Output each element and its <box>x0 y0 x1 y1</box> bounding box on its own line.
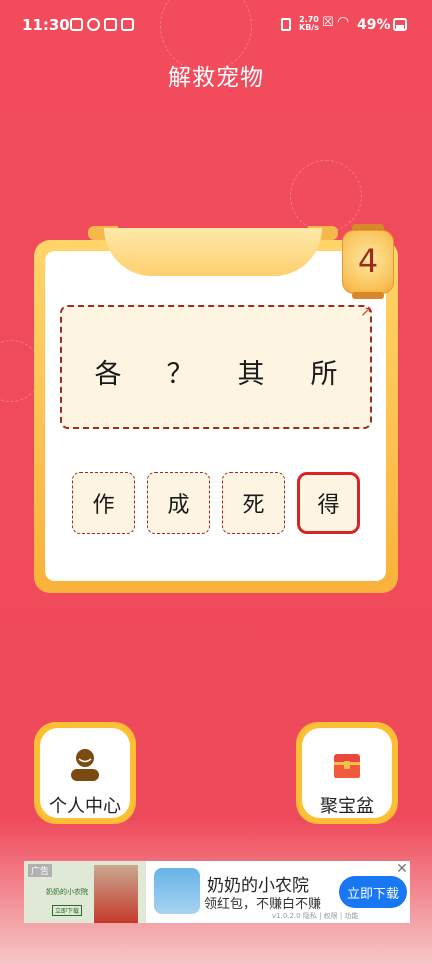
sim-off-icon: ☒ <box>322 15 334 30</box>
idiom-char-4: 所 <box>310 359 338 390</box>
card-ribbon <box>104 228 322 276</box>
profile-button[interactable]: 个人中心 <box>34 722 136 824</box>
message-icon <box>121 18 134 31</box>
treasure-bowl-button[interactable]: 聚宝盆 <box>296 722 398 824</box>
battery-percent: 49% <box>357 17 391 33</box>
app-icon <box>87 18 100 31</box>
ad-description: 领红包，不赚白不赚 <box>204 897 322 912</box>
treasure-chest-icon <box>334 754 360 778</box>
ad-thumb-button: 立即下载 <box>52 905 83 916</box>
page-title: 解救宠物 <box>168 65 264 91</box>
ad-tag: 广告 <box>28 864 53 877</box>
idiom-char-1: 各 <box>94 359 122 390</box>
lantern-base-icon <box>352 292 384 299</box>
notification-icon <box>70 18 83 31</box>
network-speed-unit: KB/s <box>299 23 319 32</box>
ad-thumb-person <box>94 865 138 923</box>
vibrate-icon <box>281 18 291 31</box>
ad-download-button[interactable]: 立即下载 <box>339 876 407 908</box>
ad-thumb-title: 奶奶的小农院 <box>46 888 88 896</box>
treasure-label: 聚宝盆 <box>320 796 374 817</box>
idiom-char-3: 其 <box>237 359 265 390</box>
ad-close-icon[interactable]: ✕ <box>394 861 410 877</box>
wifi-icon: ◠ <box>337 14 350 30</box>
level-lantern: 4 <box>340 222 396 302</box>
option-button-1[interactable]: 作 <box>72 472 135 534</box>
idiom-char-blank[interactable]: ？ <box>160 352 200 391</box>
tassel-decoration: ↗ <box>360 304 372 320</box>
option-button-3[interactable]: 死 <box>222 472 285 534</box>
battery-icon <box>393 18 407 31</box>
network-speed: 2.70 KB/s <box>299 16 319 32</box>
user-icon <box>71 749 99 781</box>
alipay-icon <box>104 18 117 31</box>
status-bar: 11:30 2.70 KB/s ☒ ◠ 49% <box>0 0 432 48</box>
option-button-4-selected[interactable]: 得 <box>297 472 360 534</box>
profile-label: 个人中心 <box>49 796 121 817</box>
status-time: 11:30 <box>22 16 70 34</box>
ad-app-icon[interactable] <box>154 868 200 914</box>
level-number: 4 <box>357 242 379 280</box>
option-button-2[interactable]: 成 <box>147 472 210 534</box>
ad-version-links[interactable]: v1.0.2.0 隐私 | 权限 | 功能 <box>272 911 358 921</box>
